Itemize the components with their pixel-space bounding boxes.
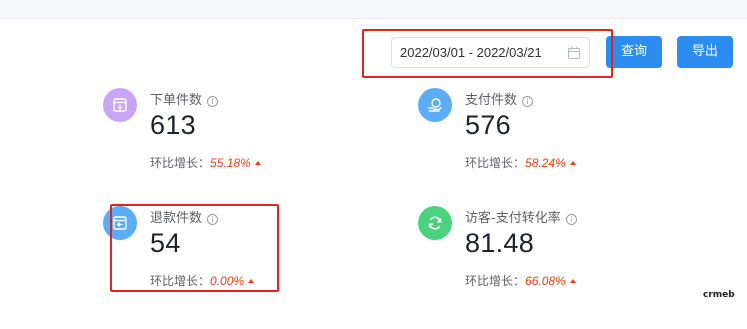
- trend-up-icon: [248, 279, 255, 283]
- calendar-icon: [568, 47, 580, 59]
- card-label: 支付件数: [465, 93, 518, 108]
- trend-up-icon: [254, 161, 261, 165]
- watermark-logo: crmeb: [703, 290, 735, 300]
- growth-row: 环比增长：66.08%: [465, 272, 576, 289]
- growth-label: 环比增长：: [465, 274, 526, 288]
- top-bar-strip: [0, 0, 747, 19]
- card-label: 退款件数: [150, 211, 203, 226]
- order-box-icon: [103, 88, 137, 122]
- search-button[interactable]: 查询: [606, 36, 662, 68]
- card-value: 81.48: [465, 228, 535, 258]
- growth-value: 66.08%: [525, 274, 566, 288]
- card-label: 访客-支付转化率: [465, 211, 561, 226]
- growth-row: 环比增长：0.00%: [150, 272, 255, 289]
- growth-value: 58.24%: [525, 156, 566, 170]
- growth-label: 环比增长：: [465, 156, 526, 170]
- date-range-value: 2022/03/01 - 2022/03/21: [400, 45, 542, 60]
- info-icon[interactable]: i: [565, 214, 577, 225]
- stat-card-refunds: 退款件数 i 54 环比增长：0.00%: [103, 206, 373, 301]
- info-icon[interactable]: i: [207, 214, 219, 225]
- refresh-cycle-icon: [418, 206, 452, 240]
- growth-value: 55.18%: [210, 156, 251, 170]
- card-value: 576: [465, 110, 511, 140]
- export-button[interactable]: 导出: [677, 36, 733, 68]
- info-icon[interactable]: i: [207, 96, 219, 107]
- stat-card-conversion-rate: 访客-支付转化率 i 81.48 环比增长：66.08%: [418, 206, 688, 301]
- stat-card-payments: 支付件数 i 576 环比增长：58.24%: [418, 88, 688, 183]
- growth-value: 0.00%: [210, 274, 245, 288]
- info-icon[interactable]: i: [522, 96, 534, 107]
- card-label: 下单件数: [150, 93, 203, 108]
- trend-up-icon: [569, 161, 576, 165]
- growth-row: 环比增长：58.24%: [465, 154, 576, 171]
- stat-card-orders: 下单件数 i 613 环比增长：55.18%: [103, 88, 373, 183]
- card-value: 613: [150, 110, 196, 140]
- date-range-picker[interactable]: 2022/03/01 - 2022/03/21: [391, 37, 590, 68]
- refund-box-icon: [103, 206, 137, 240]
- growth-row: 环比增长：55.18%: [150, 154, 261, 171]
- growth-label: 环比增长：: [150, 274, 211, 288]
- card-value: 54: [150, 228, 181, 258]
- payment-hand-icon: [418, 88, 452, 122]
- trend-up-icon: [569, 279, 576, 283]
- growth-label: 环比增长：: [150, 156, 211, 170]
